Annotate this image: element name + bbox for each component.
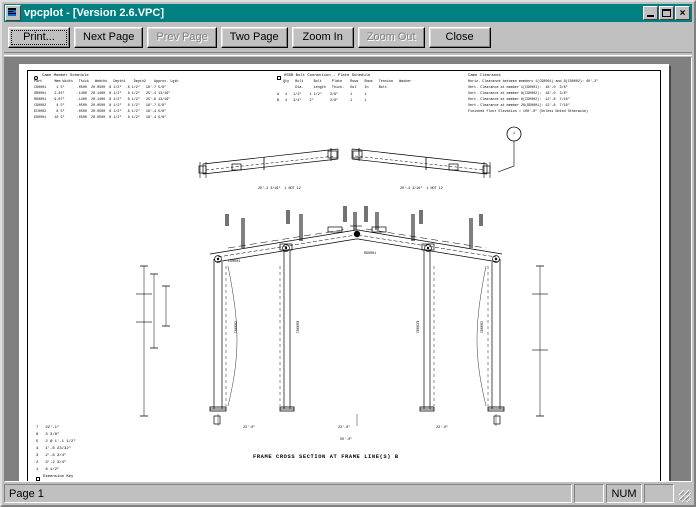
resize-grip[interactable] [676, 484, 692, 503]
print-button[interactable]: Print... [8, 26, 70, 48]
next-page-label: Next Page [83, 31, 135, 43]
clearance-title: Came Clearance [468, 74, 501, 78]
title-bar[interactable]: vpcplot - [Version 2.6.VPC] × [4, 4, 692, 22]
prev-page-button: Prev Page [147, 26, 217, 48]
window-controls: × [642, 6, 690, 20]
section-title: FRAME CROSS SECTION AT FRAME LINE(S) B [253, 454, 399, 460]
prev-page-label: Prev Page [156, 31, 208, 43]
minimize-button[interactable] [643, 6, 658, 20]
status-bar: Page 1 NUM [4, 484, 692, 503]
table-row: GR0001 2-45" .1400 20.1400 8 1/2" 8 1/2"… [34, 92, 171, 96]
status-pane-scrl [644, 484, 674, 503]
column-tag: CG0001 [232, 321, 237, 334]
close-preview-button[interactable]: Close [428, 26, 491, 48]
dimension-label-right: 23'-0" [436, 426, 449, 430]
maximize-button[interactable] [659, 6, 674, 20]
preview-toolbar: Print... Next Page Prev Page Two Page Zo… [4, 24, 692, 50]
dimension-key-checkbox[interactable] [36, 477, 40, 481]
dimension-key-title: Dimension Key [43, 475, 74, 479]
drawing-border: Came Member Schedule Part Mem Width Thic… [27, 70, 661, 481]
clearance-line: Vert. Clearance at member 26(GD0001): 12… [468, 104, 570, 108]
frame-cross-section-drawing [136, 126, 548, 426]
table-row: EC0002 8 5" .0500 20.0500 8 1/2" 8 1/2" … [34, 110, 167, 114]
zoom-in-button[interactable]: Zoom In [291, 26, 354, 48]
clearance-line: Vert. Clearance at member 8(CG0002): 12'… [468, 98, 570, 102]
status-pane-num: NUM [606, 484, 642, 503]
dimension-label-overall: 50'-0" [340, 438, 353, 442]
two-page-label: Two Page [229, 31, 279, 43]
status-page-pane: Page 1 [4, 484, 572, 503]
column-tag: EC0002 [414, 321, 419, 334]
zoom-out-button: Zoom Out [357, 26, 425, 48]
table-row: B 4 3/4" 2" 3/8" 1 1 [277, 99, 367, 103]
status-page-text: Page 1 [9, 487, 44, 500]
member-schedule-title: Came Member Schedule [42, 74, 89, 78]
member-tag: RG0001 [364, 252, 377, 256]
dimension-label-mid: 23'-0" [338, 426, 351, 430]
preview-client-area[interactable]: Came Member Schedule Part Mem Width Thic… [4, 57, 692, 482]
dimension-key-row: 5 2 @ 1'-1 1/2" [36, 440, 76, 444]
clearance-line: Vert. Clearance at member 1(CG0001): 18'… [468, 86, 568, 90]
close-icon: × [679, 8, 686, 19]
dimension-key-row: 3 2'-6 3/4" [36, 454, 67, 458]
dimension-key-row: 4 1'-6 23/32" [36, 447, 72, 451]
app-icon[interactable] [5, 5, 21, 21]
dimension-key-row: 6 3 3/8" [36, 433, 60, 437]
zoom-in-label: Zoom In [302, 31, 343, 43]
table-row: A 4 1/2" 1 1/2" 3/8" 1 1 [277, 93, 367, 97]
print-button-label: Print... [23, 31, 55, 43]
status-pane-caps [574, 484, 604, 503]
member-schedule-headers: Part Mem Width Thick Webthk Depth1 Depth… [34, 80, 179, 84]
table-row: EG0001 10 5" .0500 20.0500 8 1/2" 8 1/2"… [34, 116, 167, 120]
bolt-schedule-title: HSSB Bolt Connection - Plate Schedule [284, 74, 371, 78]
column-tag: EG0001 [294, 321, 299, 334]
table-row: CG0002 4 5" .0500 20.0500 8 1/2" 8 1/2" … [34, 104, 167, 108]
dimension-key-row: 7 22'-1" [36, 426, 60, 430]
close-preview-label: Close [445, 31, 474, 43]
dimension-label-left: 23'-0" [243, 426, 256, 430]
rafter-slope-label-right: 20'-4 3/16" 1 NOT 12 [400, 187, 443, 191]
preview-page[interactable]: Came Member Schedule Part Mem Width Thic… [19, 64, 669, 481]
rafter-slope-label-left: 20'-4 3/16" 1 NOT 12 [258, 187, 301, 191]
window-title: vpcplot - [Version 2.6.VPC] [24, 7, 164, 19]
vpcplot-window: vpcplot - [Version 2.6.VPC] × Print... N… [0, 0, 696, 507]
clearance-line: Horiz. Clearance between members 1(CG000… [468, 80, 599, 84]
member-tag: CG0001 [228, 260, 241, 264]
two-page-button[interactable]: Two Page [220, 26, 288, 48]
num-lock-indicator: NUM [611, 487, 637, 500]
toolbar-divider [4, 52, 692, 56]
zoom-out-label: Zoom Out [366, 31, 416, 43]
clearance-line: Vert. Clearance at member 8(CG0002): 18'… [468, 92, 568, 96]
dimension-key-row: 2 3'-2 3/4" [36, 461, 67, 465]
column-tag: CG0002 [478, 321, 483, 334]
close-window-button[interactable]: × [675, 6, 690, 20]
dimension-key-row: 1 8 1/2" [36, 468, 60, 472]
next-page-button[interactable]: Next Page [74, 26, 144, 48]
clearance-line: Finished floor Elevation = 100'-0" (Unle… [468, 110, 589, 114]
detail-balloon-label: 1 [512, 132, 516, 136]
table-row: CG0001 1 5" .0500 20.0500 8 1/2" 8 1/2" … [34, 86, 167, 90]
bolt-schedule-headers-2: Dia. Length Thick. Out In Bolt [277, 86, 387, 90]
table-row: RG0001 9-07" .1400 20.1400 8 1/2" 8 1/2"… [34, 98, 171, 102]
bolt-schedule-headers-1: Qty Bolt Bolt Plate Rows Rows Tension Wa… [277, 80, 412, 84]
